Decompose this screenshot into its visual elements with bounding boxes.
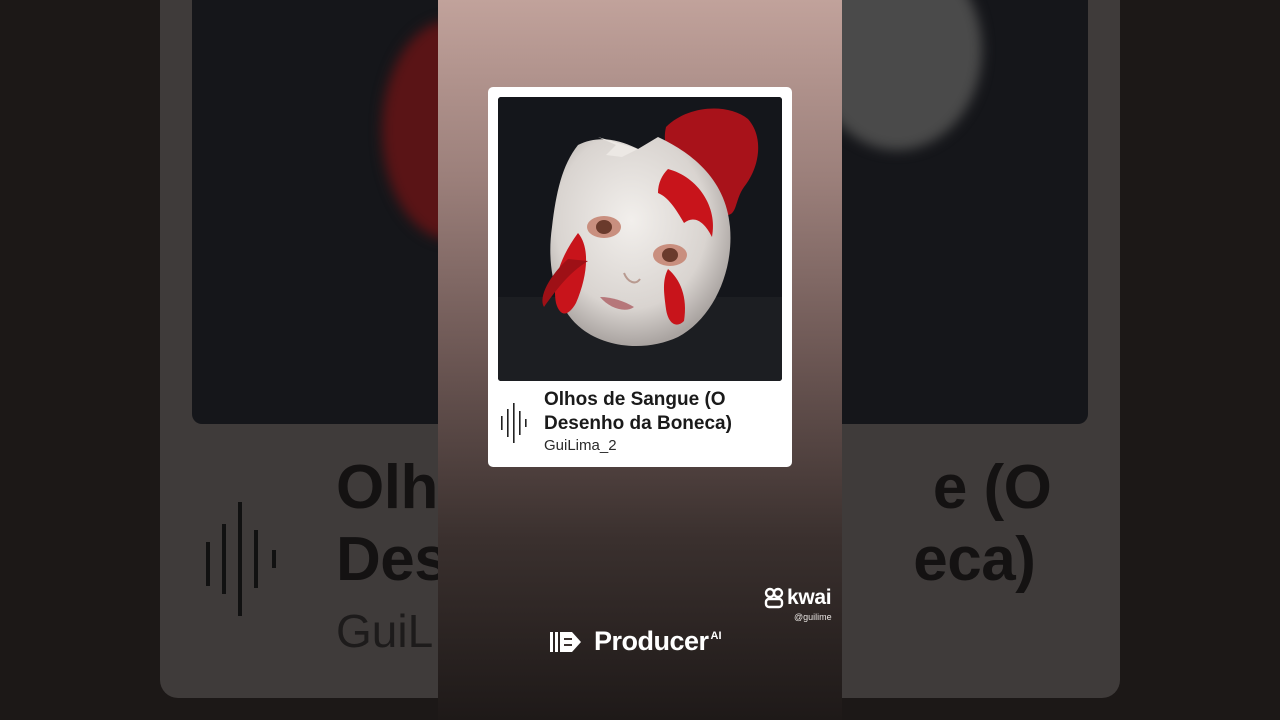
doll-face-artwork: [498, 97, 782, 381]
song-card[interactable]: Olhos de Sangue (O Desenho da Boneca) Gu…: [488, 87, 792, 467]
song-artist[interactable]: GuiLima_2: [544, 437, 617, 454]
kwai-watermark: kwai: [764, 586, 832, 610]
kwai-handle: @guilime: [794, 612, 832, 622]
background-artist: GuiL: [336, 605, 434, 657]
kwai-logo-icon: [764, 587, 784, 609]
song-title: Olhos de Sangue (O Desenho da Boneca): [544, 389, 732, 434]
producer-branding: Producer AI: [550, 626, 722, 657]
waveform-icon: [501, 403, 527, 443]
producer-ai-badge: AI: [710, 630, 722, 642]
cover-art: [498, 97, 782, 381]
producer-logo-icon: [550, 631, 581, 652]
video-column: Olhos de Sangue (O Desenho da Boneca) Gu…: [438, 0, 842, 720]
background-waveform-icon: [206, 502, 276, 616]
kwai-brand-text: kwai: [787, 586, 832, 609]
producer-name: Producer: [594, 626, 709, 656]
